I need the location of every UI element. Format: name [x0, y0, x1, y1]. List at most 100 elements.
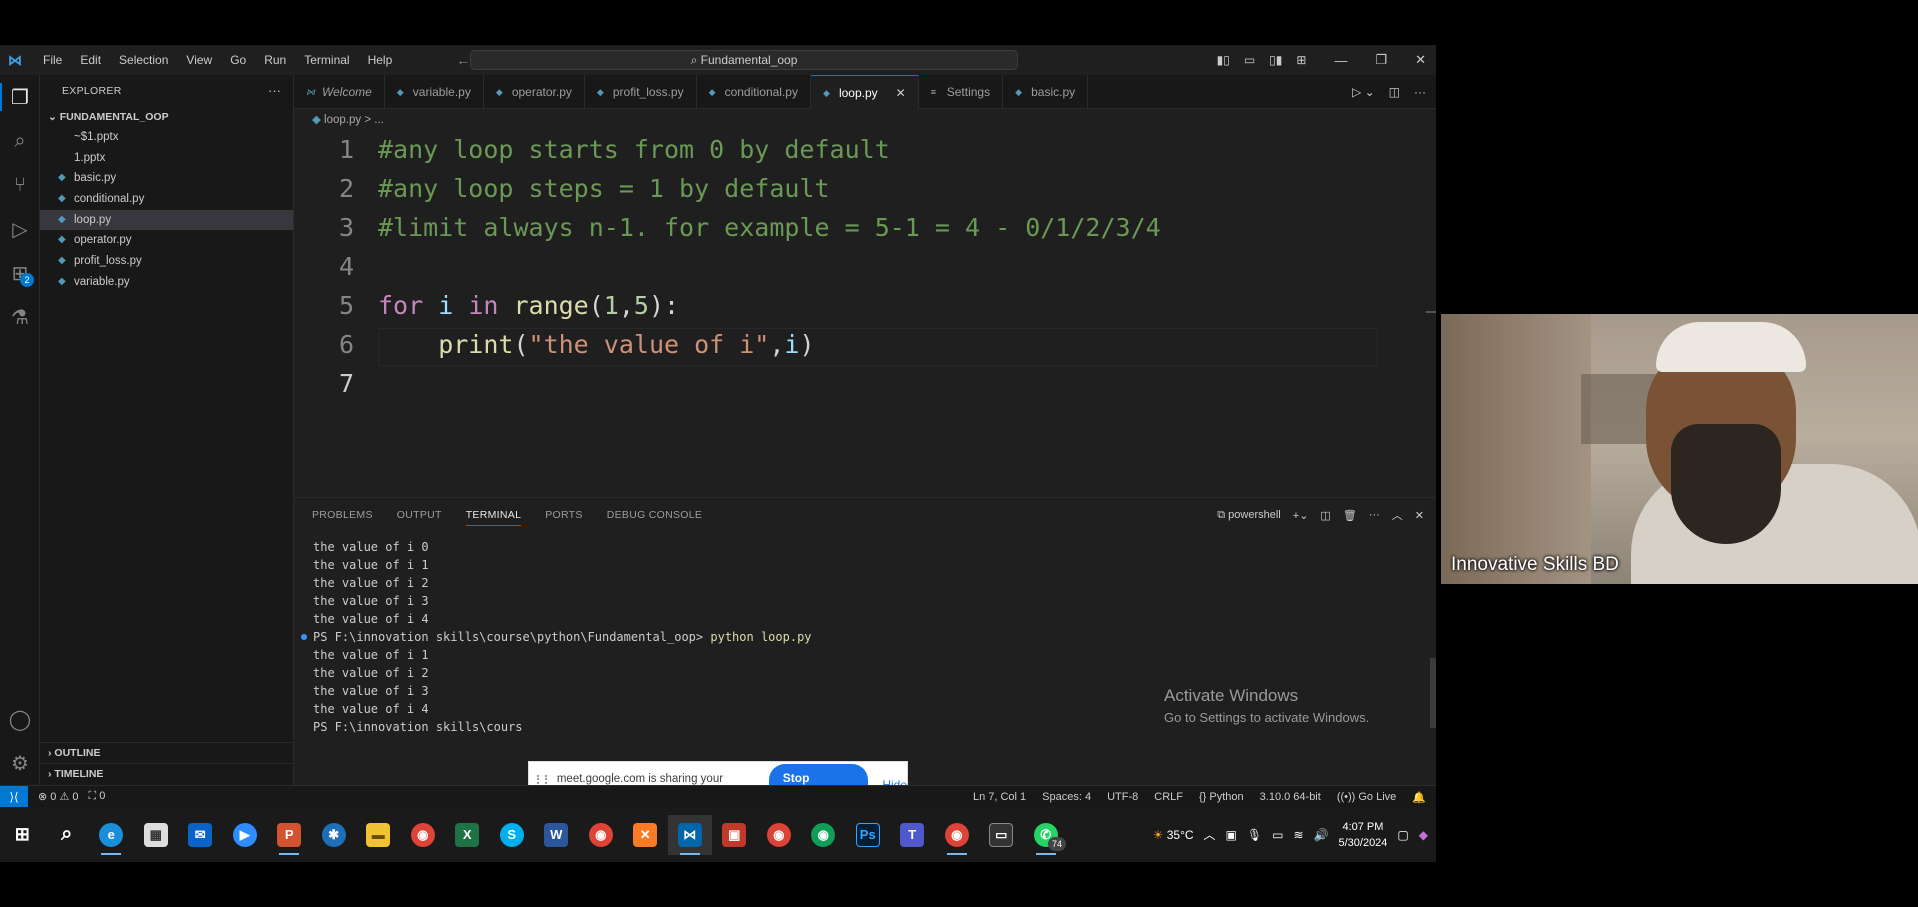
tab-basic[interactable]: ◆ basic.py — [1003, 75, 1089, 109]
breadcrumb-file[interactable]: loop.py — [324, 114, 361, 126]
new-terminal-icon[interactable]: +⌄ — [1293, 509, 1309, 522]
taskbar-explorer[interactable]: ▬ — [356, 815, 401, 855]
trash-icon[interactable]: 🗑 — [1343, 509, 1357, 522]
run-debug-icon[interactable]: ▷ — [0, 207, 40, 251]
code-editor[interactable]: 1 #any loop starts from 0 by default 2 #an… — [294, 131, 1436, 497]
taskbar-excel[interactable]: X — [445, 815, 490, 855]
run-icon[interactable]: ▷ ⌄ — [1352, 85, 1375, 99]
go-live[interactable]: ((•)) Go Live — [1337, 791, 1396, 803]
search-activity-icon[interactable]: ⌕ — [0, 119, 40, 163]
volume-icon[interactable]: 🔊 — [1314, 828, 1329, 842]
file-item[interactable]: ~$1.pptx — [40, 127, 293, 148]
tab-terminal[interactable]: TERMINAL — [465, 509, 522, 526]
tab-operator[interactable]: ◆ operator.py — [484, 75, 585, 109]
file-item[interactable]: ◆ conditional.py — [40, 189, 293, 210]
terminal-scrollbar[interactable] — [1430, 658, 1436, 728]
taskbar-chrome-3[interactable]: ◉ — [757, 815, 802, 855]
taskbar-store[interactable]: ▦ — [134, 815, 179, 855]
explorer-icon[interactable]: ❐ — [0, 75, 40, 119]
minimize-icon[interactable]: — — [1334, 53, 1347, 68]
toggle-sidebar-icon[interactable]: ▮▯ — [1217, 53, 1230, 67]
taskbar-teams[interactable]: T — [890, 815, 935, 855]
back-arrow-icon[interactable]: ← — [456, 52, 470, 68]
menu-file[interactable]: File — [34, 53, 71, 67]
taskbar-vscode[interactable]: ⋈ — [667, 814, 712, 855]
split-editor-icon[interactable]: ◫ — [1389, 85, 1400, 99]
taskbar-app-2[interactable]: ▣ — [712, 815, 757, 855]
problems-status[interactable]: ⊗ 0 ⚠ 0 — [38, 790, 79, 803]
toggle-panel-icon[interactable]: ▭ — [1244, 53, 1255, 67]
taskbar-edge[interactable]: e — [89, 815, 134, 855]
wifi-icon[interactable]: ≋ — [1293, 828, 1303, 842]
language-mode[interactable]: {} Python — [1199, 791, 1244, 803]
taskbar-chrome-2[interactable]: ◉ — [579, 815, 624, 855]
taskbar-powerpoint[interactable]: P — [267, 815, 312, 855]
taskbar-xampp[interactable]: ✕ — [623, 815, 668, 855]
taskbar-chrome-4[interactable]: ◉ — [801, 815, 846, 855]
python-interpreter[interactable]: 3.10.0 64-bit — [1260, 791, 1321, 803]
split-terminal-icon[interactable]: ◫ — [1320, 509, 1330, 522]
close-window-icon[interactable]: ✕ — [1415, 52, 1426, 68]
extensions-icon[interactable]: ⊞ 2 — [0, 251, 40, 295]
tab-variable[interactable]: ◆ variable.py — [385, 75, 484, 109]
editor-scrollbar[interactable] — [1426, 311, 1436, 313]
menu-help[interactable]: Help — [359, 53, 402, 67]
tab-loop[interactable]: ◆ loop.py ✕ — [810, 75, 919, 109]
microphone-icon[interactable]: 🎙 — [1247, 828, 1262, 842]
taskbar-chrome-meet[interactable]: ◉ — [935, 815, 980, 855]
command-center[interactable]: ⌕ Fundamental_oop — [470, 50, 1018, 70]
file-item[interactable]: ◆ operator.py — [40, 230, 293, 251]
account-icon[interactable]: ◯ — [0, 697, 40, 741]
menu-run[interactable]: Run — [255, 53, 295, 67]
breadcrumb-rest[interactable]: > ... — [364, 114, 384, 126]
workspace-folder[interactable]: ⌄ FUNDAMENTAL_OOP — [40, 107, 293, 127]
file-item[interactable]: 1.pptx — [40, 148, 293, 169]
outline-section[interactable]: › OUTLINE — [40, 742, 294, 763]
taskbar-mail[interactable]: ✉ — [178, 815, 223, 855]
timeline-section[interactable]: › TIMELINE — [40, 763, 294, 784]
ports-status[interactable]: ⛶ 0 — [89, 790, 106, 803]
file-item-active[interactable]: ◆ loop.py — [40, 209, 293, 231]
maximize-panel-icon[interactable]: ︿ — [1392, 507, 1403, 523]
tab-conditional[interactable]: ◆ conditional.py — [697, 75, 811, 109]
more-icon[interactable]: ··· — [1369, 509, 1380, 521]
weather-widget[interactable]: ☀ 35°C — [1153, 828, 1194, 842]
taskbar-chrome[interactable]: ◉ — [401, 815, 446, 855]
notifications-bell-icon[interactable]: 🔔 — [1412, 791, 1426, 804]
taskbar-terminal[interactable]: ▭ — [979, 815, 1024, 855]
more-icon[interactable]: ··· — [1414, 85, 1426, 99]
tab-ports[interactable]: PORTS — [545, 509, 582, 521]
battery-icon[interactable]: ▭ — [1272, 828, 1283, 842]
tab-problems[interactable]: PROBLEMS — [312, 509, 373, 521]
testing-icon[interactable]: ⚗ — [0, 295, 40, 339]
file-item[interactable]: ◆ basic.py — [40, 168, 293, 189]
customize-layout-icon[interactable]: ⊞ — [1296, 53, 1306, 67]
taskbar-whatsapp[interactable]: ✆ 74 — [1024, 815, 1069, 855]
menu-edit[interactable]: Edit — [71, 53, 110, 67]
taskbar-search[interactable]: ⌕ — [45, 815, 90, 855]
menu-view[interactable]: View — [177, 53, 221, 67]
line-ending[interactable]: CRLF — [1154, 791, 1183, 803]
menu-go[interactable]: Go — [221, 53, 255, 67]
terminal-shell-selector[interactable]: ⧉ powershell — [1217, 509, 1281, 522]
tab-profit-loss[interactable]: ◆ profit_loss.py — [585, 75, 697, 109]
remote-indicator-icon[interactable]: ⟩⟨ — [0, 785, 28, 808]
copilot-icon[interactable]: ◆ — [1419, 828, 1428, 842]
taskbar-app[interactable]: ✱ — [312, 815, 357, 855]
taskbar-zoom[interactable]: ▶ — [223, 815, 268, 855]
manage-gear-icon[interactable]: ⚙ — [0, 741, 40, 785]
toggle-secondary-sidebar-icon[interactable]: ▯▮ — [1269, 53, 1282, 67]
start-button[interactable]: ⊞ — [0, 815, 45, 855]
tab-settings[interactable]: ≡ Settings — [919, 75, 1004, 109]
tab-debug-console[interactable]: DEBUG CONSOLE — [607, 509, 703, 521]
file-item[interactable]: ◆ profit_loss.py — [40, 251, 293, 272]
menu-selection[interactable]: Selection — [110, 53, 177, 67]
notification-center-icon[interactable]: ▢ — [1397, 828, 1408, 842]
cursor-position[interactable]: Ln 7, Col 1 — [973, 791, 1026, 803]
source-control-icon[interactable]: ⑂ — [0, 163, 40, 207]
clock[interactable]: 4:07 PM 5/30/2024 — [1338, 819, 1387, 851]
taskbar-word[interactable]: W — [534, 815, 579, 855]
tab-output[interactable]: OUTPUT — [397, 509, 442, 521]
encoding[interactable]: UTF-8 — [1107, 791, 1138, 803]
menu-terminal[interactable]: Terminal — [295, 53, 358, 67]
